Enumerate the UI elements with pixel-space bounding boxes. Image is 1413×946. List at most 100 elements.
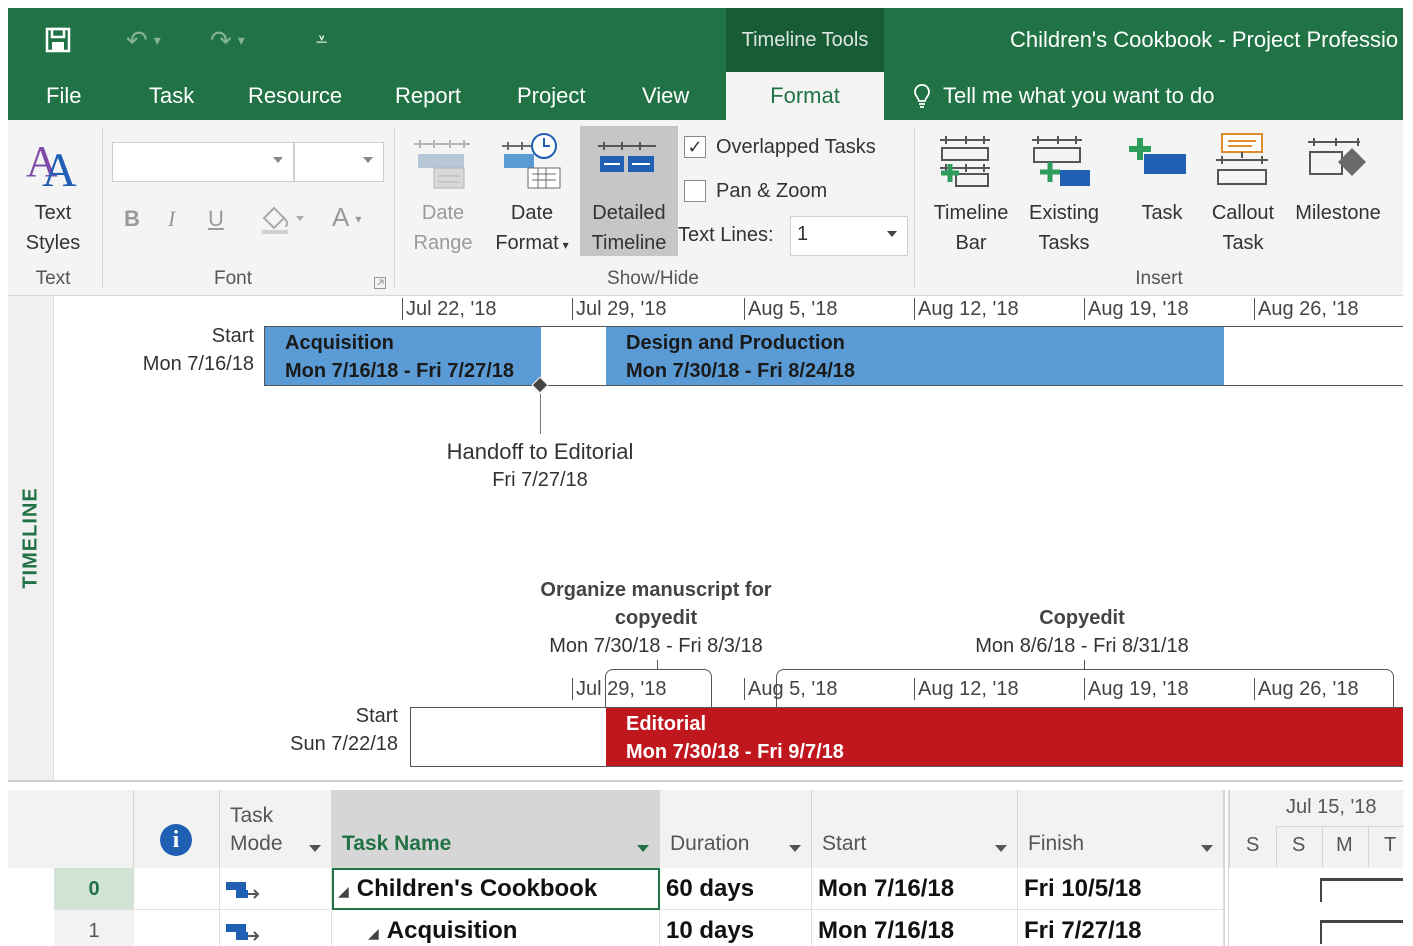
timeline-start-date: Sun 7/22/18 bbox=[290, 733, 398, 755]
redo-icon[interactable]: ↷ ▾ bbox=[210, 8, 245, 72]
duration-cell[interactable]: 60 days bbox=[660, 868, 812, 910]
timeline-bar-icon bbox=[936, 134, 996, 195]
tab-view[interactable]: View bbox=[642, 72, 689, 120]
timeline-bar-button[interactable]: Timeline Bar bbox=[924, 198, 1018, 258]
pan-zoom-checkbox[interactable] bbox=[684, 180, 706, 202]
existing-tasks-button[interactable]: Existing Tasks bbox=[1018, 198, 1110, 258]
milestone-icon bbox=[1304, 136, 1370, 197]
callout-organize-manuscript[interactable]: Organize manuscript for copyedit Mon 7/3… bbox=[506, 576, 806, 660]
font-name-combo[interactable] bbox=[112, 142, 294, 182]
save-icon[interactable] bbox=[44, 8, 72, 72]
overlapped-tasks-checkbox[interactable]: ✓ bbox=[684, 136, 706, 158]
column-header-duration[interactable]: Duration bbox=[660, 790, 812, 868]
chevron-down-icon[interactable] bbox=[995, 845, 1007, 852]
task-mode-cell[interactable] bbox=[220, 868, 332, 910]
customize-qat-icon[interactable]: ⩡ bbox=[316, 8, 327, 72]
column-header-start[interactable]: Start bbox=[812, 790, 1018, 868]
gantt-summary-bar[interactable] bbox=[1320, 920, 1403, 944]
timeline-pane[interactable]: Jul 22, '18 Jul 29, '18 Aug 5, '18 Aug 1… bbox=[54, 296, 1403, 780]
bold-button[interactable]: B bbox=[124, 206, 140, 232]
indicator-cell[interactable] bbox=[134, 910, 220, 946]
timeline-bar-name: Design and Production bbox=[626, 332, 845, 354]
font-color-button[interactable]: A ▾ bbox=[332, 202, 361, 233]
start-cell[interactable]: Mon 7/16/18 bbox=[812, 868, 1018, 910]
tab-report[interactable]: Report bbox=[395, 72, 461, 120]
chevron-down-icon[interactable] bbox=[637, 845, 649, 852]
timeline-start-date: Mon 7/16/18 bbox=[142, 353, 254, 375]
chevron-down-icon[interactable] bbox=[309, 845, 321, 852]
finish-cell[interactable]: Fri 10/5/18 bbox=[1018, 868, 1224, 910]
timeline-date-tick: Aug 5, '18 bbox=[744, 298, 837, 320]
timeline-date-tick: Jul 29, '18 bbox=[572, 678, 667, 700]
callout-task-icon bbox=[1212, 132, 1272, 195]
text-lines-combo[interactable]: 1 bbox=[790, 216, 908, 256]
finish-header-text: Finish bbox=[1028, 832, 1085, 855]
row-header[interactable]: 0 bbox=[54, 868, 134, 910]
group-label-insert: Insert bbox=[1135, 268, 1183, 289]
start-cell[interactable]: Mon 7/16/18 bbox=[812, 910, 1018, 946]
callout-task-label-2: Task bbox=[1222, 232, 1264, 254]
timeline-start-bottom: Start Sun 7/22/18 bbox=[254, 702, 398, 758]
existing-tasks-label-2: Tasks bbox=[1038, 232, 1090, 254]
gantt-day-label: S bbox=[1292, 834, 1306, 856]
date-format-label-1: Date bbox=[510, 202, 554, 224]
column-header-task-name[interactable]: Task Name bbox=[332, 790, 660, 868]
gantt-summary-bar[interactable] bbox=[1320, 878, 1403, 902]
timeline-date-tick: Aug 5, '18 bbox=[744, 678, 837, 700]
task-name-cell[interactable]: ◢ Children's Cookbook bbox=[332, 868, 660, 910]
undo-icon[interactable]: ↶ ▾ bbox=[126, 8, 161, 72]
column-header-task-mode[interactable]: Task Mode bbox=[220, 790, 332, 868]
text-styles-button[interactable]: Text Styles bbox=[18, 198, 88, 258]
timeline-date-tick: Aug 26, '18 bbox=[1254, 678, 1359, 700]
fill-color-icon[interactable] bbox=[260, 204, 306, 239]
font-color-label: A bbox=[332, 202, 350, 232]
date-format-button[interactable]: Date Format ▾ bbox=[486, 198, 578, 260]
tab-project[interactable]: Project bbox=[517, 72, 585, 120]
underline-button[interactable]: U bbox=[208, 206, 224, 232]
duration-cell[interactable]: 10 days bbox=[660, 910, 812, 946]
task-mode-cell[interactable] bbox=[220, 910, 332, 946]
indicator-cell[interactable] bbox=[134, 868, 220, 910]
start-header-text: Start bbox=[822, 832, 867, 855]
date-format-label-2: Format bbox=[495, 232, 559, 254]
tab-file[interactable]: File bbox=[46, 72, 81, 120]
column-header-indicators[interactable]: i bbox=[134, 790, 220, 868]
timeline-start-top: Start Mon 7/16/18 bbox=[114, 322, 254, 378]
tell-me-box[interactable]: Tell me what you want to do bbox=[913, 72, 1214, 120]
italic-button[interactable]: I bbox=[168, 206, 175, 232]
tab-resource[interactable]: Resource bbox=[248, 72, 342, 120]
timeline-bar-design-production[interactable]: Design and Production Mon 7/30/18 - Fri … bbox=[606, 327, 1224, 385]
timeline-start-label: Start bbox=[211, 325, 254, 347]
ribbon: AA Text Styles Text B I U A ▾ Font Date R… bbox=[8, 120, 1403, 296]
callout-copyedit[interactable]: Copyedit Mon 8/6/18 - Fri 8/31/18 bbox=[932, 604, 1232, 660]
text-styles-label-1: Text bbox=[34, 202, 72, 224]
task-name-cell[interactable]: ◢ Acquisition bbox=[332, 910, 660, 946]
collapse-icon[interactable]: ◢ bbox=[368, 925, 379, 941]
info-icon: i bbox=[160, 824, 192, 856]
separator bbox=[102, 128, 103, 288]
milestone-callout[interactable]: Handoff to Editorial Fri 7/27/18 bbox=[390, 438, 690, 494]
finish-cell[interactable]: Fri 7/27/18 bbox=[1018, 910, 1224, 946]
detailed-timeline-label-2: Timeline bbox=[591, 232, 667, 254]
milestone-button[interactable]: Milestone bbox=[1288, 198, 1388, 228]
column-header-finish[interactable]: Finish bbox=[1018, 790, 1224, 868]
chevron-down-icon[interactable] bbox=[1201, 845, 1213, 852]
date-range-button[interactable]: Date Range bbox=[404, 198, 482, 258]
collapse-icon[interactable]: ◢ bbox=[338, 883, 349, 899]
tab-format[interactable]: Format bbox=[726, 72, 884, 120]
tab-task[interactable]: Task bbox=[149, 72, 194, 120]
font-size-combo[interactable] bbox=[294, 142, 384, 182]
callout-task-button[interactable]: Callout Task bbox=[1204, 198, 1282, 258]
row-header[interactable]: 1 bbox=[54, 910, 134, 946]
table-splitter[interactable] bbox=[1224, 790, 1225, 946]
select-all-corner[interactable] bbox=[8, 790, 134, 868]
chevron-down-icon[interactable] bbox=[789, 845, 801, 852]
timeline-bar-acquisition[interactable]: Acquisition Mon 7/16/18 - Fri 7/27/18 bbox=[265, 327, 541, 385]
dialog-launcher-icon[interactable] bbox=[374, 276, 386, 294]
task-name: Acquisition bbox=[386, 917, 518, 944]
timeline-bar-editorial[interactable]: Editorial Mon 7/30/18 - Fri 9/7/18 bbox=[606, 708, 1403, 766]
task-button[interactable]: Task bbox=[1132, 198, 1192, 228]
overlapped-tasks-label: Overlapped Tasks bbox=[716, 136, 876, 158]
gantt-chart-header: Jul 15, '18 S S M T bbox=[1229, 790, 1404, 868]
gantt-week-label: Jul 15, '18 bbox=[1286, 796, 1377, 818]
